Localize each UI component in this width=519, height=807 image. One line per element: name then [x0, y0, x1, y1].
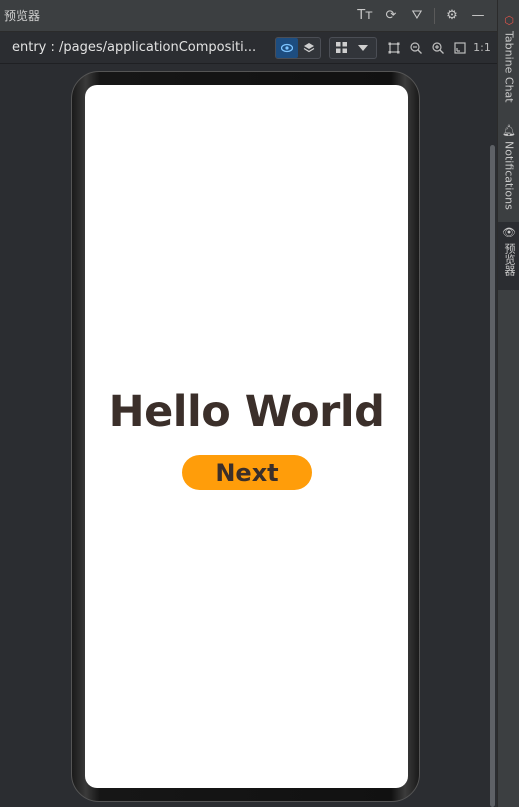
device-select[interactable]	[329, 36, 377, 59]
tab-label: 预览器	[503, 243, 516, 276]
grid-icon	[330, 38, 352, 58]
zoom-out-icon[interactable]	[405, 37, 427, 59]
next-button[interactable]: Next	[182, 455, 312, 490]
chevron-down-icon	[352, 38, 374, 58]
settings-icon[interactable]: ⚙	[439, 4, 465, 28]
bell-icon: 🔔︎	[502, 124, 516, 137]
tool-window-strip: ⬡ Tabnine Chat 🔔︎ Notifications 👁︎ 预览器	[497, 0, 519, 807]
tab-previewer[interactable]: 👁︎ 预览器	[498, 222, 519, 290]
tab-notifications[interactable]: 🔔︎ Notifications	[498, 120, 519, 210]
vertical-scrollbar[interactable]	[490, 145, 495, 807]
tabnine-icon: ⬡	[504, 14, 514, 27]
eye-view-icon[interactable]	[276, 37, 298, 58]
fit-screen-icon[interactable]	[449, 37, 471, 59]
panel-title: 预览器	[4, 9, 41, 23]
tab-label: Notifications	[502, 141, 516, 210]
view-mode-toggle	[275, 36, 321, 59]
inspect-icon[interactable]: ⛛	[404, 4, 430, 28]
tab-tabnine-chat[interactable]: ⬡ Tabnine Chat	[498, 10, 519, 103]
minimize-icon[interactable]: —	[465, 4, 491, 28]
eye-icon: 👁︎	[502, 226, 516, 239]
preview-toolbar: entry : /pages/applicationCompositi... 1…	[0, 32, 497, 64]
refresh-icon[interactable]: ⟳	[378, 4, 404, 28]
preview-canvas: Hello World Next	[0, 65, 488, 807]
device-screen: Hello World Next	[85, 85, 408, 788]
device-frame: Hello World Next	[71, 71, 420, 802]
zoom-in-icon[interactable]	[427, 37, 449, 59]
titlebar-actions: Tт ⟳ ⛛ ⚙ —	[352, 4, 491, 28]
layers-icon[interactable]	[298, 38, 320, 58]
actual-size-button[interactable]: 1:1	[471, 37, 493, 59]
preview-panel-titlebar: 预览器 Tт ⟳ ⛛ ⚙ —	[0, 0, 497, 32]
page-path: entry : /pages/applicationCompositi...	[12, 40, 257, 55]
font-size-icon[interactable]: Tт	[352, 4, 378, 28]
tab-label: Tabnine Chat	[502, 31, 516, 103]
titlebar-divider	[434, 7, 435, 24]
frame-icon[interactable]	[383, 37, 405, 59]
hello-heading: Hello World	[108, 387, 385, 437]
